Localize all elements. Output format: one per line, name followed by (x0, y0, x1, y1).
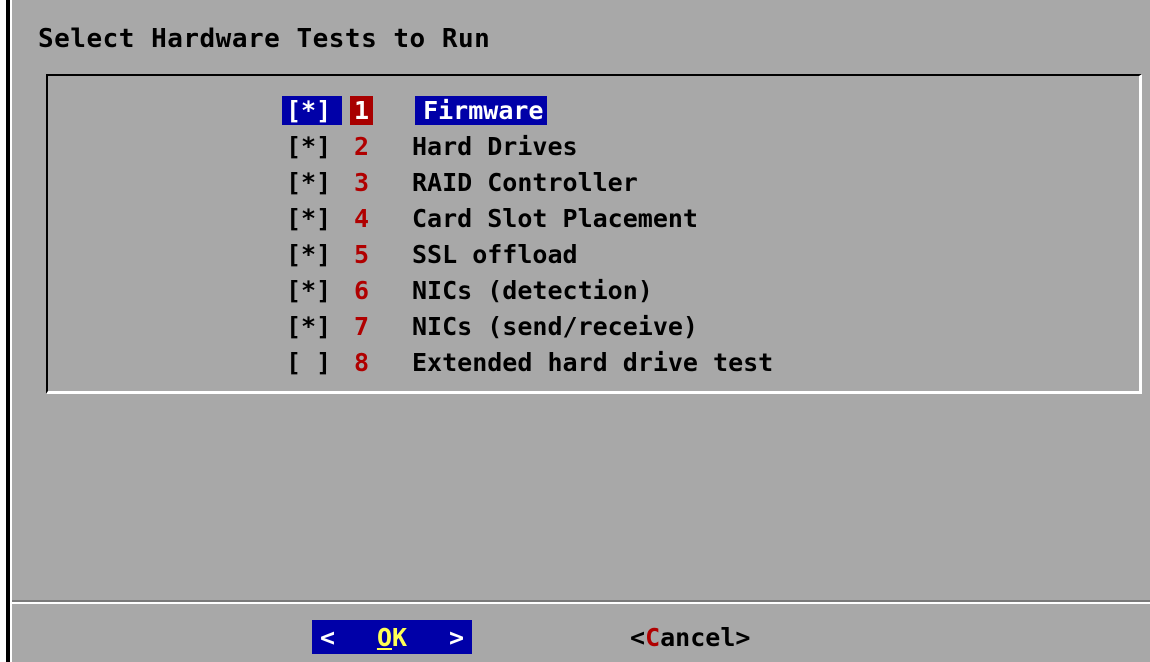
ok-label: OK (377, 623, 407, 652)
test-checklist: [*] 1 Firmware [*] 2 Hard Drives [*] 3 RAID Co… (282, 92, 777, 380)
test-item-nics-send-receive[interactable]: [*] 7 NICs (send/receive) (282, 308, 777, 344)
terminal-screen: Select Hardware Tests to Run [*] 1 Firmwar… (0, 0, 1150, 662)
item-label: RAID Controller (412, 167, 638, 197)
cancel-close-bracket: > (735, 622, 751, 652)
cancel-open-bracket: < (630, 622, 646, 652)
item-label: SSL offload (412, 239, 578, 269)
dialog-title: Select Hardware Tests to Run (38, 24, 491, 54)
test-item-nics-detection[interactable]: [*] 6 NICs (detection) (282, 272, 777, 308)
dialog: Select Hardware Tests to Run [*] 1 Firmwar… (10, 0, 1150, 662)
item-number: 2 (354, 131, 370, 161)
item-label: Card Slot Placement (412, 203, 698, 233)
ok-button[interactable]: < OK > (312, 620, 472, 654)
ok-right-bracket: > (448, 622, 464, 652)
item-label: NICs (send/receive) (412, 311, 698, 341)
cancel-button[interactable]: < Cancel > (630, 620, 750, 654)
cancel-label-rest: ancel (660, 622, 736, 652)
item-number: 1 (350, 95, 374, 125)
item-label: Extended hard drive test (412, 347, 774, 377)
item-label: NICs (detection) (412, 275, 653, 305)
button-bar-divider (12, 602, 1150, 604)
item-number: 3 (354, 167, 370, 197)
test-item-raid-controller[interactable]: [*] 3 RAID Controller (282, 164, 777, 200)
checkbox[interactable]: [*] (282, 312, 350, 341)
checkbox[interactable]: [*] (282, 168, 350, 197)
checkbox[interactable]: [*] (282, 132, 350, 161)
cancel-hotkey: C (645, 622, 661, 652)
ok-hotkey: O (376, 622, 392, 652)
item-label: Firmware (415, 95, 548, 125)
test-item-firmware[interactable]: [*] 1 Firmware (282, 92, 777, 128)
item-number: 5 (354, 239, 370, 269)
checkbox[interactable]: [ ] (282, 348, 350, 377)
test-item-ssl-offload[interactable]: [*] 5 SSL offload (282, 236, 777, 272)
test-item-extended-hard-drive[interactable]: [ ] 8 Extended hard drive test (282, 344, 777, 380)
checkbox[interactable]: [*] (282, 95, 342, 125)
checkbox[interactable]: [*] (282, 276, 350, 305)
item-number: 4 (354, 203, 370, 233)
item-number: 8 (354, 347, 370, 377)
item-number: 7 (354, 311, 370, 341)
checkbox[interactable]: [*] (282, 240, 350, 269)
item-number: 6 (354, 275, 370, 305)
ok-left-bracket: < (320, 622, 336, 652)
ok-label-rest: K (392, 622, 408, 652)
test-item-hard-drives[interactable]: [*] 2 Hard Drives (282, 128, 777, 164)
test-item-card-slot-placement[interactable]: [*] 4 Card Slot Placement (282, 200, 777, 236)
checkbox[interactable]: [*] (282, 204, 350, 233)
item-label: Hard Drives (412, 131, 578, 161)
